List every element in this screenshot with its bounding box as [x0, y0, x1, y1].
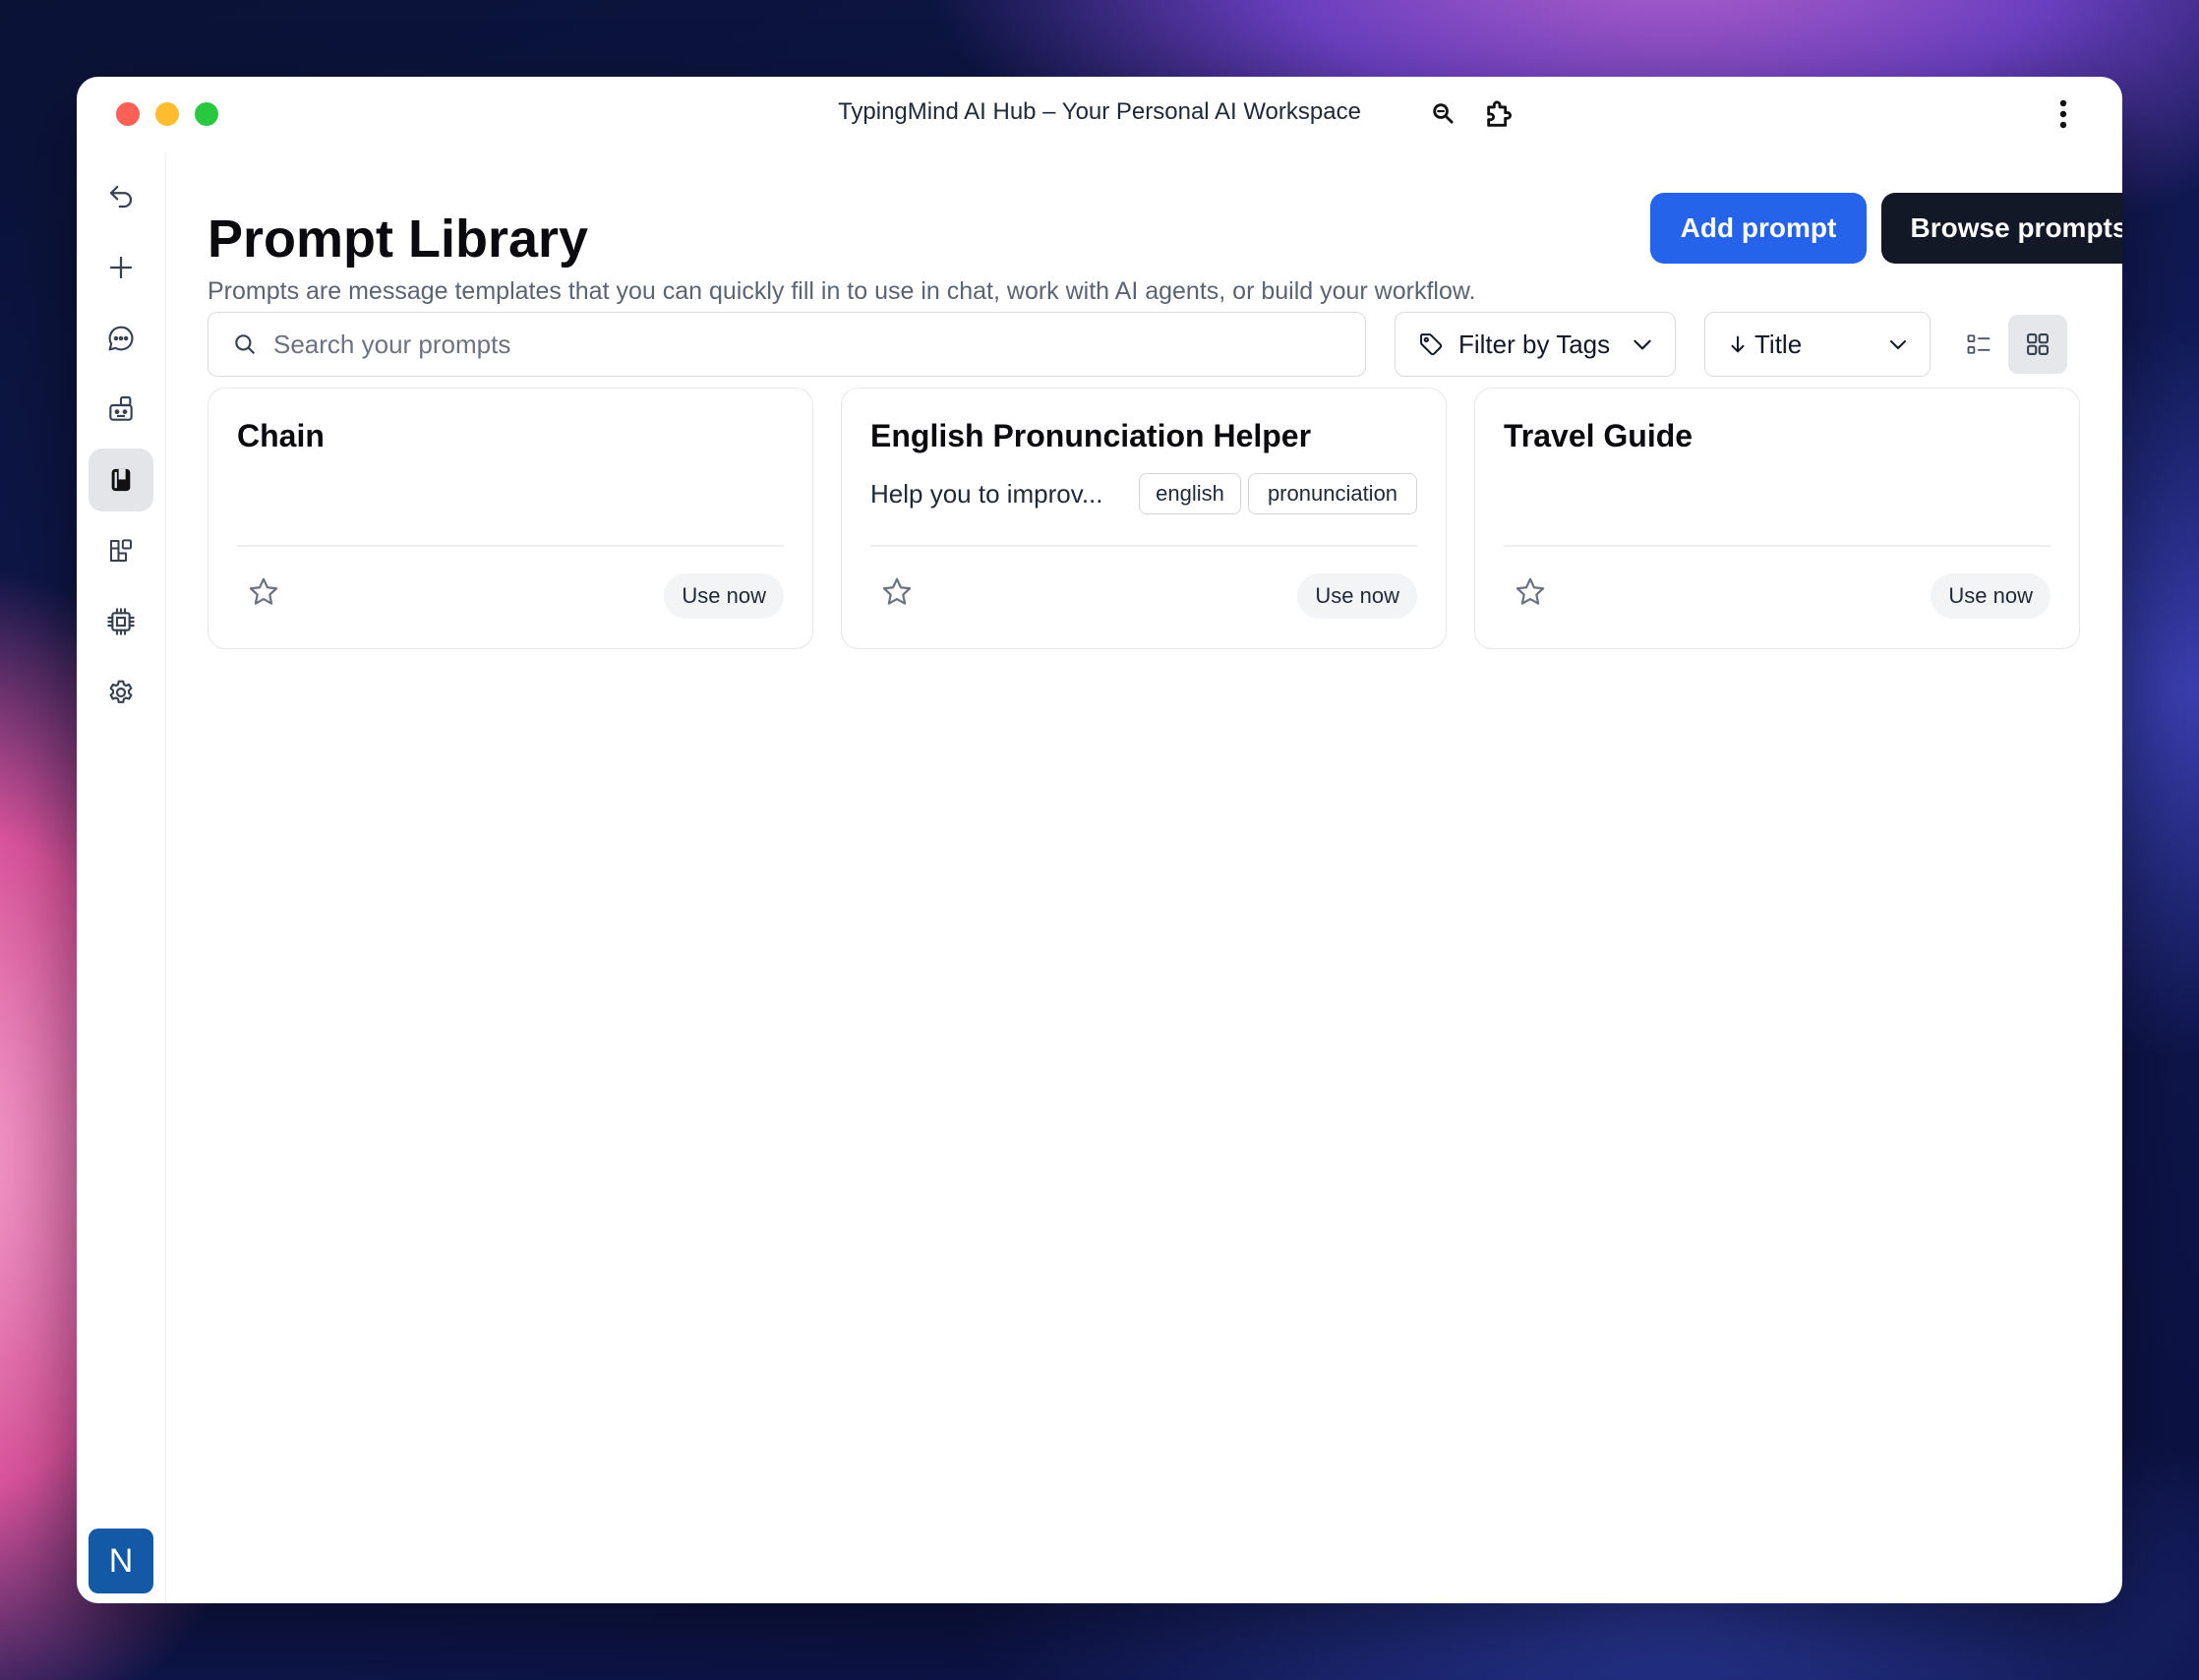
window-title: TypingMind AI Hub – Your Personal AI Wor… — [838, 98, 1361, 125]
sidebar-item-models[interactable] — [89, 590, 153, 653]
arrow-down-icon — [1731, 335, 1745, 353]
use-now-button[interactable]: Use now — [1297, 573, 1417, 619]
prompt-book-icon — [111, 468, 131, 492]
sidebar-item-settings[interactable] — [89, 661, 153, 724]
prompt-card-english-pronunciation-helper[interactable]: English Pronunciation Helper Help you to… — [841, 388, 1447, 649]
card-title: English Pronunciation Helper — [870, 418, 1312, 453]
tag-icon — [1420, 333, 1443, 356]
app-window: TypingMind AI Hub – Your Personal AI Wor… — [77, 77, 2122, 1603]
card-title: Chain — [237, 418, 325, 453]
card-title: Travel Guide — [1504, 418, 1694, 453]
filter-by-tags-label: Filter by Tags — [1458, 329, 1611, 359]
gear-icon — [109, 680, 133, 703]
search-icon — [235, 334, 255, 354]
zoom-search-icon[interactable] — [1426, 96, 1461, 132]
chevron-down-icon — [1634, 339, 1651, 350]
search-box — [208, 312, 1366, 377]
sort-label: Title — [1754, 329, 1803, 359]
undo-arrow-icon — [109, 185, 133, 209]
sidebar: N — [77, 151, 166, 1603]
sidebar-item-back[interactable] — [89, 165, 153, 228]
prompt-card-chain[interactable]: Chain Use now — [208, 388, 813, 649]
list-view-button[interactable] — [1949, 315, 2008, 374]
card-divider — [1504, 545, 2050, 547]
sidebar-item-prompts[interactable] — [89, 449, 153, 511]
sidebar-item-plugins[interactable] — [89, 519, 153, 582]
tag-pronunciation[interactable]: pronunciation — [1248, 473, 1417, 514]
card-divider — [870, 545, 1417, 547]
list-view-icon — [1967, 334, 1991, 354]
sort-dropdown[interactable]: Title — [1704, 312, 1931, 377]
extensions-icon[interactable] — [1482, 96, 1517, 132]
grid-view-button[interactable] — [2008, 315, 2067, 374]
prompt-card-travel-guide[interactable]: Travel Guide Use now — [1474, 388, 2080, 649]
star-icon[interactable] — [879, 574, 915, 610]
more-options-icon[interactable] — [2046, 96, 2081, 132]
browse-prompts-button[interactable]: Browse prompts — [1881, 193, 2122, 264]
sidebar-item-agents[interactable] — [89, 378, 153, 441]
user-avatar[interactable]: N — [89, 1529, 153, 1593]
search-input[interactable] — [271, 328, 1365, 361]
main-content: Prompt Library Prompts are message templ… — [208, 151, 2122, 1603]
title-bar: TypingMind AI Hub – Your Personal AI Wor… — [77, 77, 2122, 151]
use-now-button[interactable]: Use now — [664, 573, 784, 619]
use-now-button[interactable]: Use now — [1931, 573, 2050, 619]
sidebar-item-new-chat[interactable] — [89, 236, 153, 299]
filter-by-tags-dropdown[interactable]: Filter by Tags — [1395, 312, 1676, 377]
chevron-down-icon — [1890, 340, 1906, 349]
chip-icon — [107, 608, 135, 635]
card-description: Help you to improv... — [870, 479, 1103, 509]
tag-english[interactable]: english — [1139, 473, 1241, 514]
chat-bubble-icon — [108, 326, 134, 351]
sidebar-item-chats[interactable] — [89, 307, 153, 370]
plugins-icon — [110, 539, 132, 562]
add-prompt-button[interactable]: Add prompt — [1650, 193, 1867, 264]
agents-icon — [109, 395, 133, 421]
card-divider — [237, 545, 784, 547]
plus-icon — [109, 256, 133, 279]
page-subtitle: Prompts are message templates that you c… — [208, 277, 1476, 305]
star-icon[interactable] — [246, 574, 281, 610]
star-icon[interactable] — [1513, 574, 1548, 610]
page-title: Prompt Library — [208, 210, 589, 269]
grid-view-icon — [2027, 333, 2049, 355]
